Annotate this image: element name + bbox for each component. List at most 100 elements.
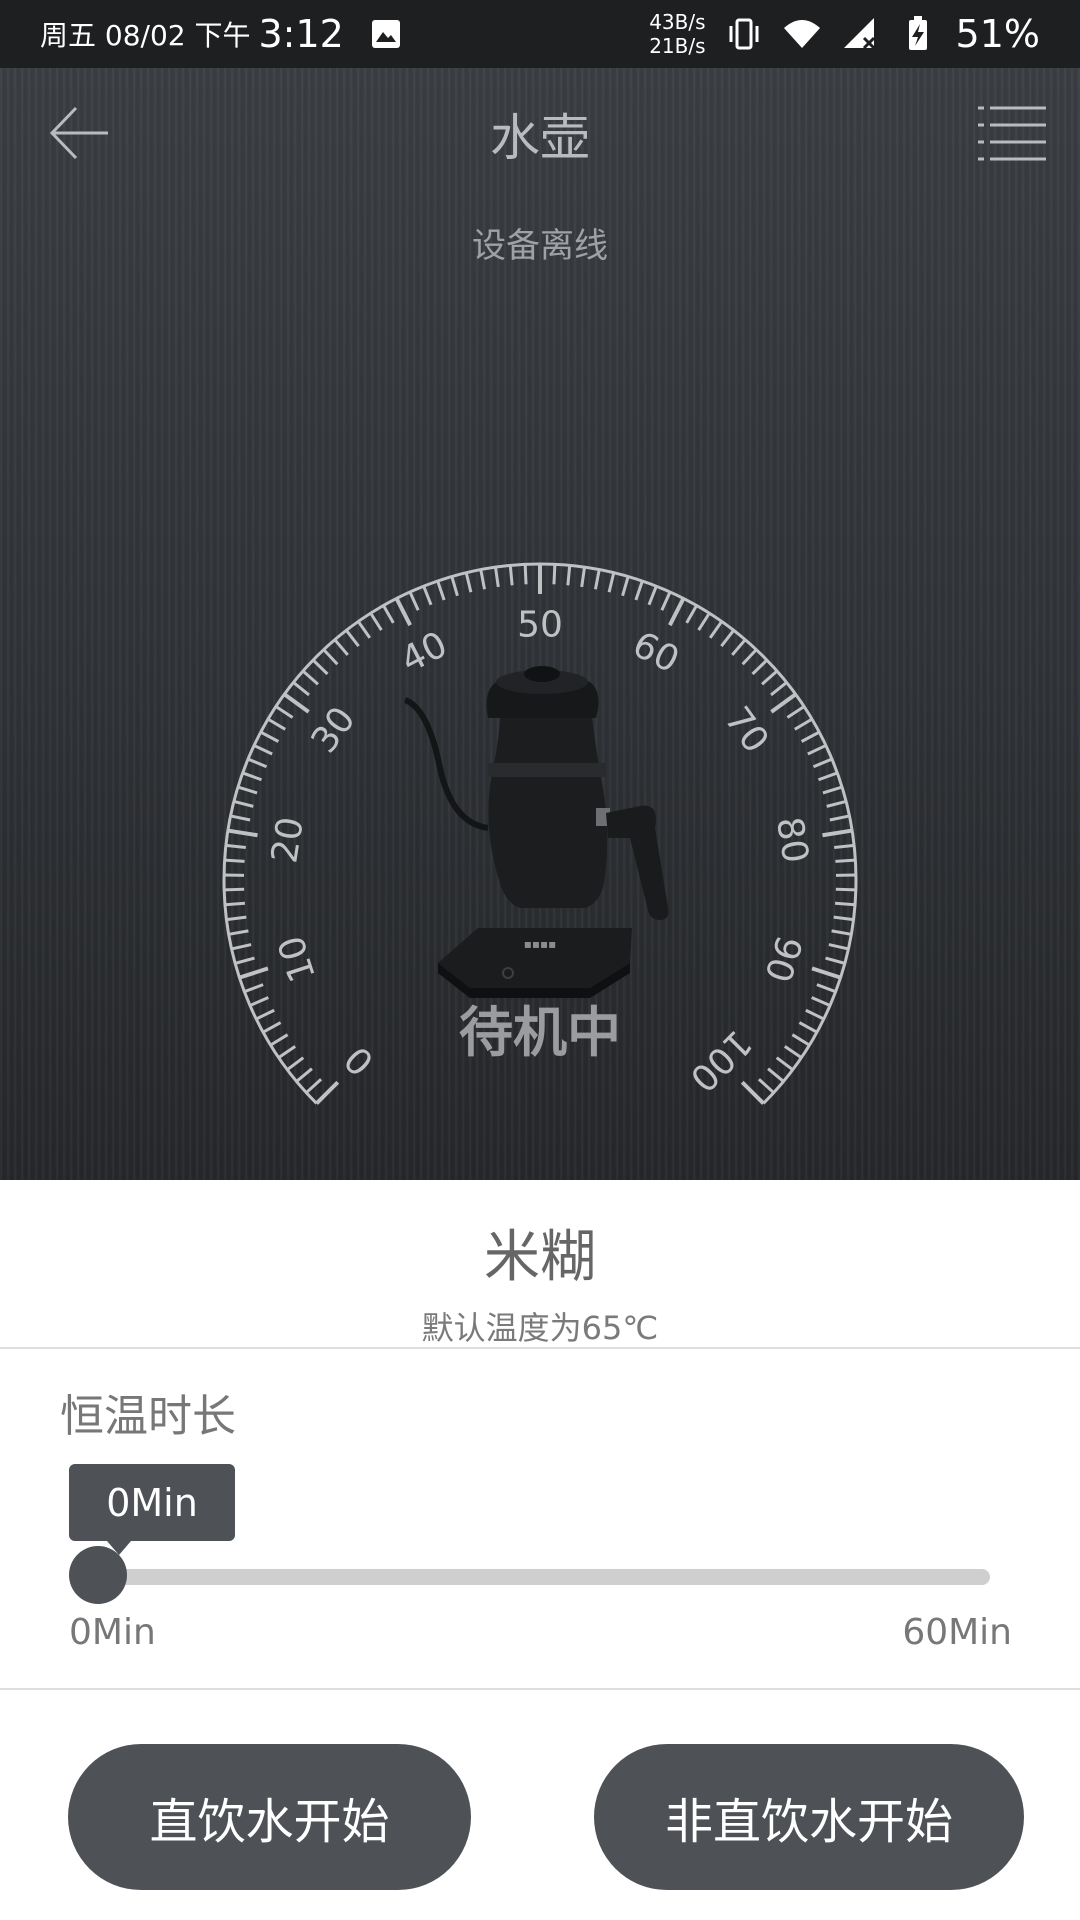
gauge-minor-tick [322, 648, 339, 666]
gauge-minor-tick [357, 620, 372, 639]
gauge-minor-tick [436, 580, 446, 601]
device-status-text: 待机中 [459, 1001, 621, 1064]
gauge-tick-label: 40 [395, 624, 454, 681]
gauge-minor-tick [720, 629, 735, 648]
divider [0, 1347, 1080, 1349]
gauge-minor-tick [225, 843, 246, 850]
battery-percent: 51% [955, 12, 1040, 56]
network-speed: 43B/s 21B/s [649, 10, 705, 58]
gauge-minor-tick [226, 915, 247, 922]
gauge-minor-tick [464, 572, 473, 593]
gauge-minor-tick [660, 591, 672, 611]
gauge-minor-tick [751, 659, 768, 676]
gauge-tick-label: 90 [756, 931, 809, 987]
gauge-minor-tick [253, 744, 273, 756]
action-bar: 直饮水开始 非直饮水开始 [0, 1690, 1080, 1920]
gauge-tick-label: 70 [716, 700, 776, 761]
gauge-minor-tick [345, 629, 360, 648]
status-indicators: 43B/s 21B/s 51% [649, 10, 1040, 58]
gauge-minor-tick [295, 1067, 313, 1083]
gauge-minor-tick [247, 757, 268, 769]
gauge-minor-tick [493, 566, 500, 588]
gauge-minor-tick [523, 564, 528, 585]
gauge-minor-tick [685, 604, 698, 624]
gauge-major-tick [227, 828, 258, 838]
net-down: 21B/s [649, 34, 706, 58]
gauge-tick-label: 60 [626, 624, 685, 681]
status-time: 3:12 [258, 12, 344, 56]
status-date: 周五 08/02 下午 [40, 19, 251, 52]
gauge-minor-tick [234, 956, 255, 965]
gauge-minor-tick [333, 638, 349, 656]
gauge-tick-label: 80 [768, 814, 816, 866]
gauge-minor-tick [822, 785, 843, 795]
gauge-major-tick [394, 597, 412, 627]
gauge-minor-tick [833, 915, 854, 922]
status-datetime: 周五 08/02 下午 3:12 [40, 12, 406, 56]
start-direct-drink-button[interactable]: 直饮水开始 [68, 1744, 471, 1890]
gauge-major-tick [668, 597, 686, 627]
gauge-minor-tick [786, 705, 805, 719]
status-bar: 周五 08/02 下午 3:12 43B/s 21B/s 51% [0, 0, 1080, 68]
gauge-tick-label: 50 [517, 605, 563, 646]
recipe-name: 米糊 [484, 1225, 596, 1290]
gauge-tick-label: 10 [271, 931, 324, 987]
gauge-major-tick [770, 692, 797, 714]
gauge-minor-tick [382, 604, 395, 624]
gauge-tick-label: 20 [264, 814, 312, 866]
gauge-minor-tick [267, 717, 286, 731]
gauge-minor-tick [621, 576, 630, 597]
timer-title: 恒温时长 [60, 1391, 236, 1442]
image-icon [371, 20, 400, 48]
gauge-minor-tick [305, 1078, 323, 1094]
gauge-minor-tick [826, 799, 847, 808]
gauge-minor-tick [224, 887, 245, 892]
battery-charging-icon [908, 16, 927, 50]
keep-warm-timer: 恒温时长 0Min 0Min 60Min [0, 1350, 1080, 1688]
gauge-major-tick [822, 828, 853, 838]
gauge-minor-tick [450, 576, 459, 597]
net-up: 43B/s [649, 10, 706, 34]
gauge-minor-tick [731, 638, 747, 656]
gauge-minor-tick [794, 717, 813, 731]
gauge-minor-tick [835, 858, 856, 863]
duration-slider-thumb[interactable] [69, 1546, 127, 1604]
recipe-description: 默认温度为65℃ [421, 1309, 659, 1347]
gauge-minor-tick [301, 669, 319, 686]
gauge-minor-tick [697, 612, 711, 631]
gauge-minor-tick [647, 585, 658, 606]
gauge-minor-tick [242, 771, 263, 782]
gauge-minor-tick [292, 681, 310, 697]
svg-text:▪▪▪▪: ▪▪▪▪ [524, 937, 557, 951]
gauge-minor-tick [834, 901, 856, 907]
gauge-minor-tick [834, 843, 855, 850]
gauge-minor-tick [230, 814, 251, 822]
start-non-direct-drink-button[interactable]: 非直饮水开始 [594, 1744, 1024, 1890]
gauge-minor-tick [829, 814, 850, 822]
gauge-minor-tick [828, 943, 849, 951]
gauge-major-tick [238, 966, 269, 980]
gauge-minor-tick [275, 705, 294, 719]
gauge-minor-tick [580, 566, 587, 588]
gauge-minor-tick [233, 799, 254, 808]
recipe-info: 米糊 默认温度为65℃ [0, 1180, 1080, 1348]
gauge-major-tick [740, 1080, 765, 1105]
kettle-image: ▪▪▪▪ [403, 666, 669, 998]
gauge-minor-tick [634, 580, 644, 601]
gauge-minor-tick [312, 659, 329, 676]
gauge-minor-tick [224, 901, 246, 907]
gauge-minor-tick [761, 669, 779, 686]
gauge-minor-tick [817, 771, 838, 782]
duration-slider-track[interactable] [98, 1569, 990, 1585]
gauge-minor-tick [552, 564, 557, 585]
vibrate-icon [729, 18, 759, 50]
gauge-minor-tick [260, 730, 280, 743]
gauge-minor-tick [566, 565, 572, 586]
gauge-minor-tick [800, 730, 820, 743]
gauge-minor-tick [422, 585, 433, 606]
gauge-minor-tick [741, 648, 758, 666]
gauge-minor-tick [831, 929, 852, 936]
gauge-minor-tick [835, 887, 856, 892]
gauge-minor-tick [770, 681, 788, 697]
gauge-minor-tick [479, 569, 487, 590]
